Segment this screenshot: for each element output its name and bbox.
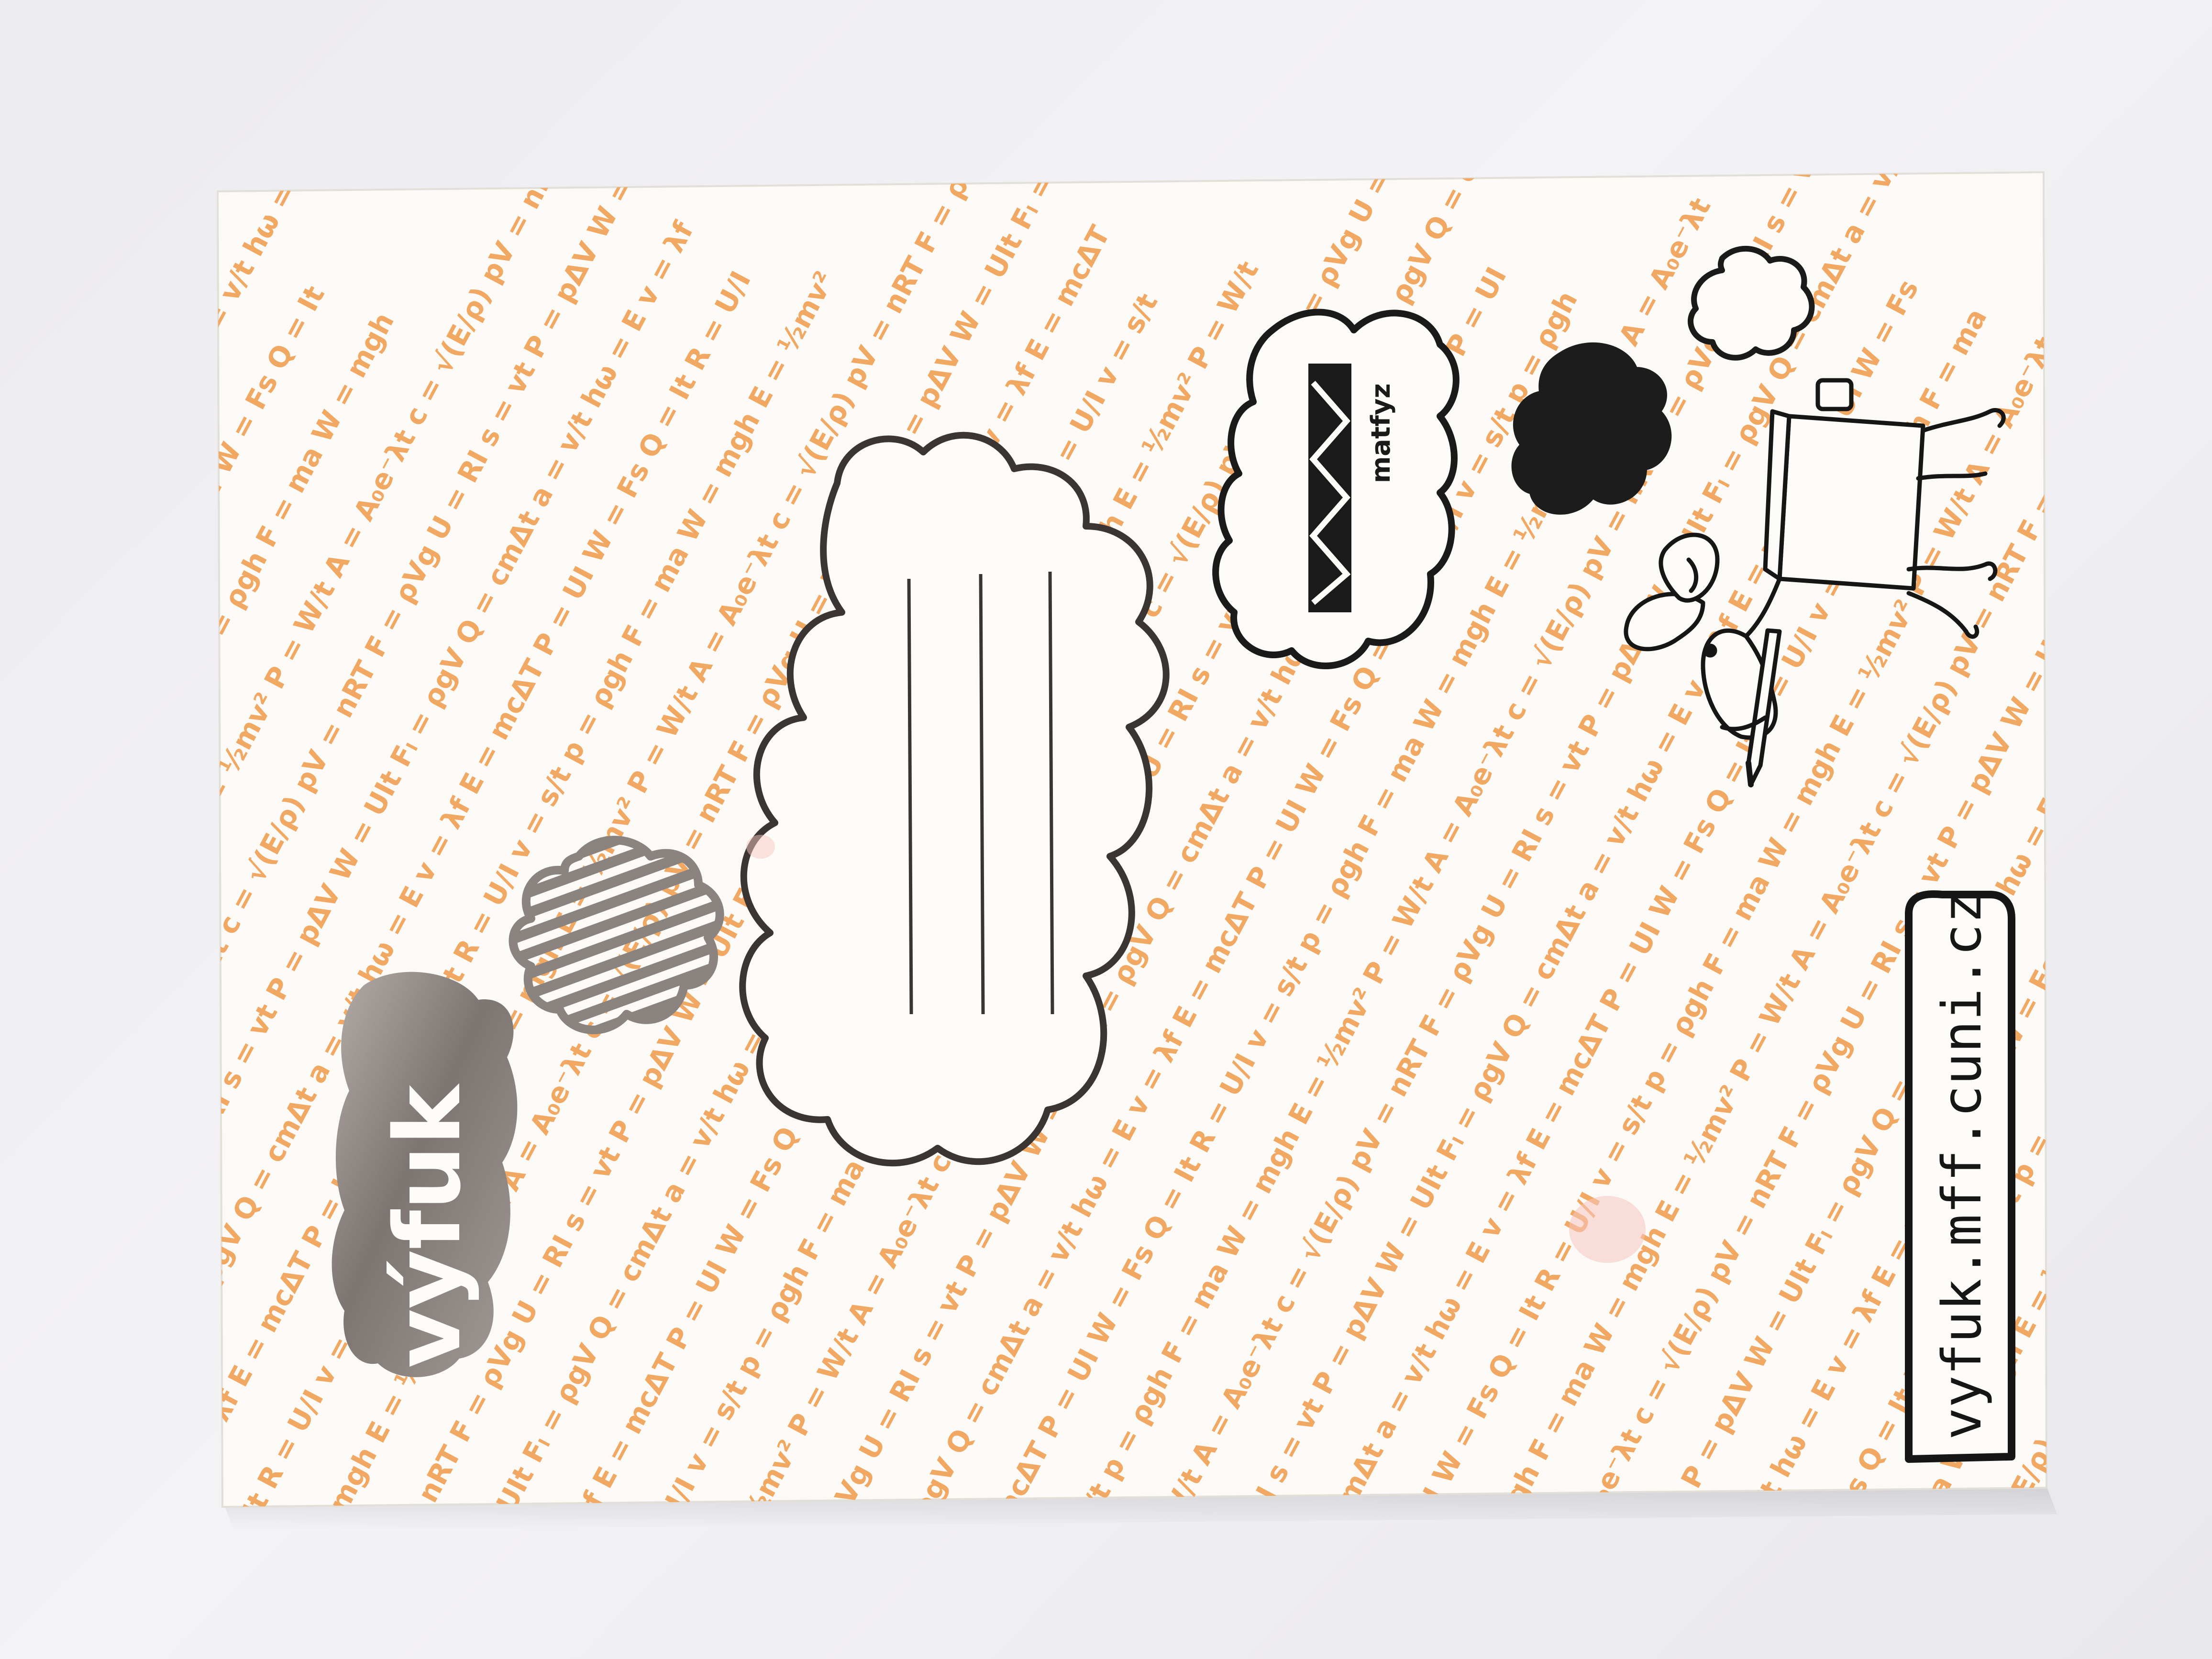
url-label-box: vyfuk.mff.cuni.cz [1905, 890, 2015, 1463]
vyfuk-logo: výfuk [332, 972, 518, 1377]
formula-row: P = pΔV W = UIt Fₗ = ρgV Q = cmΔt a = v/… [2046, 266, 2212, 1582]
formula-row: P = UI W = Fs Q = It R = U/I v = s/t p =… [0, 188, 129, 1582]
matfyz-emblem-icon [1308, 364, 1351, 612]
writing-line [979, 574, 985, 1015]
photo-scene: E = mcΔT P = UI W = Fs Q = It R = U/I v … [0, 121, 2212, 1582]
smudge [746, 835, 775, 859]
matfyz-logo-text: matfyz [1366, 383, 1396, 483]
formula-row: p = ρgh F = ma W = mgh E = ½mv² P = W/t … [0, 121, 248, 1582]
writing-line [1048, 571, 1054, 1015]
url-text: vyfuk.mff.cuni.cz [1931, 892, 1993, 1440]
smudge [1569, 1196, 1646, 1263]
matfyz-logo-cloud: matfyz [1212, 309, 1460, 669]
writing-line [907, 578, 913, 1015]
vyfuk-logo-text: výfuk [375, 1083, 481, 1368]
formula-row: hω = E v = λf E = mcΔT P = UI W = Fs Q =… [2130, 266, 2212, 1582]
